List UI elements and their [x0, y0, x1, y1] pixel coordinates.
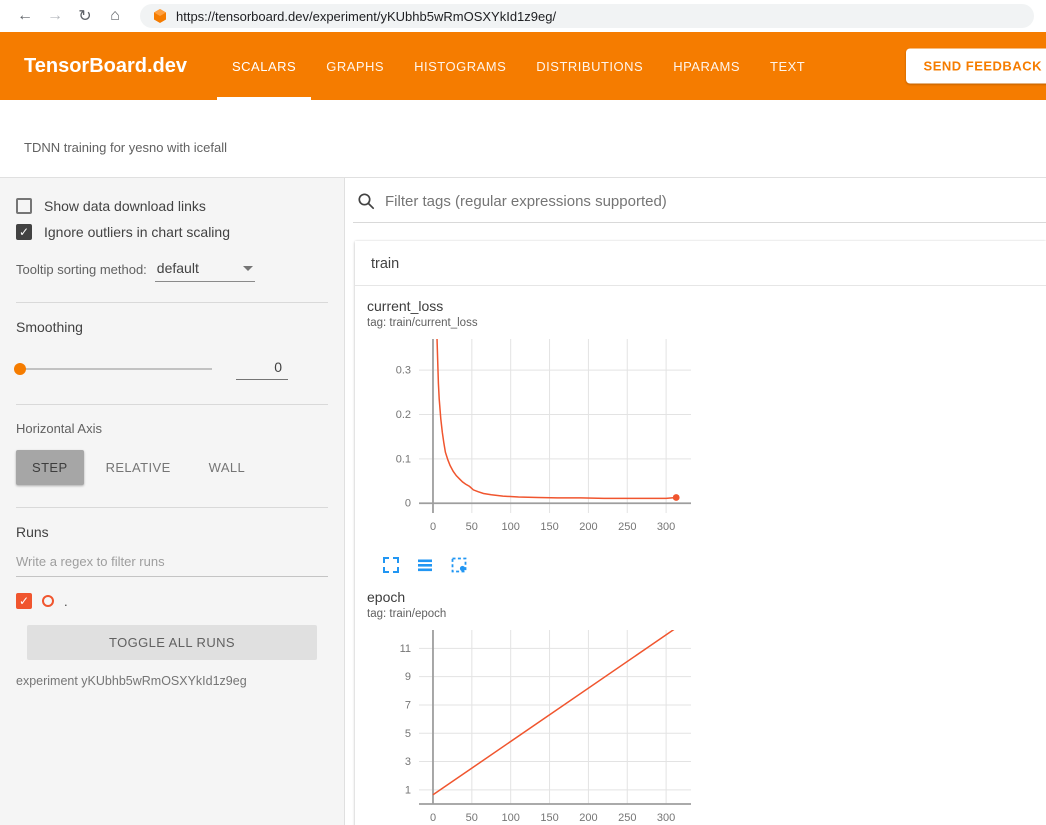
svg-text:50: 50: [466, 812, 478, 824]
svg-text:9: 9: [405, 671, 411, 683]
chart-card-current-loss: current_loss tag: train/current_loss 0 0.…: [367, 298, 697, 575]
svg-text:100: 100: [502, 812, 520, 824]
group-title[interactable]: train: [355, 241, 1046, 286]
tab-scalars[interactable]: SCALARS: [217, 32, 311, 100]
svg-text:150: 150: [540, 521, 558, 533]
send-feedback-button[interactable]: SEND FEEDBACK: [906, 49, 1046, 84]
experiment-title: TDNN training for yesno with icefall: [24, 140, 227, 155]
show-download-links-checkbox[interactable]: [16, 198, 32, 214]
brand-logo[interactable]: TensorBoard.dev: [24, 55, 187, 78]
svg-text:300: 300: [657, 812, 675, 824]
svg-text:300: 300: [657, 521, 675, 533]
axis-step-button[interactable]: STEP: [16, 450, 84, 485]
chart-tag: tag: train/current_loss: [367, 317, 697, 329]
expand-icon[interactable]: [381, 555, 401, 575]
search-icon: [357, 192, 375, 210]
browser-chrome: ← → ↻ ⌂ https://tensorboard.dev/experime…: [0, 0, 1046, 32]
svg-text:200: 200: [579, 521, 597, 533]
tab-graphs[interactable]: GRAPHS: [311, 32, 399, 100]
svg-text:7: 7: [405, 700, 411, 712]
tab-hparams[interactable]: HPARAMS: [658, 32, 755, 100]
line-chart[interactable]: 1 3 5 7 9 11 0 50 100 150 200 250 300: [367, 624, 697, 825]
run-color-swatch-icon: [42, 595, 54, 607]
show-download-links-label: Show data download links: [44, 198, 206, 214]
run-row: .: [16, 593, 328, 609]
svg-text:250: 250: [618, 521, 636, 533]
axis-relative-button[interactable]: RELATIVE: [90, 450, 187, 485]
data-list-icon[interactable]: [415, 555, 435, 575]
url-text: https://tensorboard.dev/experiment/yKUbh…: [176, 9, 556, 24]
tab-distributions[interactable]: DISTRIBUTIONS: [521, 32, 658, 100]
run-name: .: [64, 594, 68, 609]
tensorboard-favicon-icon: [152, 8, 168, 24]
axis-wall-button[interactable]: WALL: [193, 450, 262, 485]
smoothing-value-input[interactable]: [236, 357, 288, 380]
app-header: TensorBoard.dev SCALARS GRAPHS HISTOGRAM…: [0, 32, 1046, 100]
svg-text:50: 50: [466, 521, 478, 533]
main-nav: SCALARS GRAPHS HISTOGRAMS DISTRIBUTIONS …: [217, 32, 820, 100]
reload-icon[interactable]: ↻: [72, 3, 98, 29]
horizontal-axis-label: Horizontal Axis: [16, 421, 328, 436]
chart-toolbar: [367, 555, 697, 575]
smoothing-slider[interactable]: [16, 368, 212, 370]
svg-text:150: 150: [540, 812, 558, 824]
chevron-down-icon: [243, 266, 253, 271]
tooltip-sorting-value: default: [157, 260, 199, 276]
chart-title: current_loss: [367, 298, 697, 314]
svg-text:0: 0: [430, 812, 436, 824]
url-bar[interactable]: https://tensorboard.dev/experiment/yKUbh…: [140, 4, 1034, 28]
forward-icon[interactable]: →: [42, 3, 68, 29]
home-icon[interactable]: ⌂: [102, 3, 128, 29]
svg-text:200: 200: [579, 812, 597, 824]
tab-text[interactable]: TEXT: [755, 32, 820, 100]
svg-text:100: 100: [502, 521, 520, 533]
settings-sidebar: Show data download links Ignore outliers…: [0, 178, 345, 825]
svg-text:0.3: 0.3: [396, 365, 411, 377]
svg-text:1: 1: [405, 784, 411, 796]
svg-text:250: 250: [618, 812, 636, 824]
svg-text:0.2: 0.2: [396, 409, 411, 421]
svg-text:0.1: 0.1: [396, 453, 411, 465]
runs-filter-input[interactable]: [16, 546, 328, 577]
charts-grid: current_loss tag: train/current_loss 0 0.…: [355, 286, 1046, 825]
chart-title: epoch: [367, 589, 697, 605]
svg-text:3: 3: [405, 756, 411, 768]
smoothing-slider-knob[interactable]: [14, 363, 26, 375]
toggle-all-runs-button[interactable]: TOGGLE ALL RUNS: [27, 625, 317, 660]
tab-histograms[interactable]: HISTOGRAMS: [399, 32, 521, 100]
train-group-card: train current_loss tag: train/current_lo…: [355, 241, 1046, 825]
svg-text:5: 5: [405, 728, 411, 740]
runs-label: Runs: [16, 524, 328, 540]
experiment-id-caption: experiment yKUbhb5wRmOSXYkId1z9eg: [16, 674, 328, 688]
svg-text:0: 0: [405, 498, 411, 510]
svg-text:0: 0: [430, 521, 436, 533]
tag-filter-row: [353, 184, 1046, 223]
run-checkbox[interactable]: [16, 593, 32, 609]
chart-tag: tag: train/epoch: [367, 608, 697, 620]
ignore-outliers-label: Ignore outliers in chart scaling: [44, 224, 230, 240]
back-icon[interactable]: ←: [12, 3, 38, 29]
chart-card-epoch: epoch tag: train/epoch 1 3 5 7 9 11 0 50 100 150 2…: [367, 589, 697, 825]
line-chart[interactable]: 0 0.1 0.2 0.3 0 50 100 150 200 250 300: [367, 333, 697, 551]
subheader: TDNN training for yesno with icefall: [0, 100, 1046, 178]
ignore-outliers-checkbox[interactable]: [16, 224, 32, 240]
tooltip-sorting-label: Tooltip sorting method:: [16, 262, 147, 282]
scalars-main: train current_loss tag: train/current_lo…: [345, 178, 1046, 825]
tooltip-sorting-dropdown[interactable]: default: [155, 258, 255, 282]
fit-to-data-icon[interactable]: [449, 555, 469, 575]
tag-filter-input[interactable]: [385, 193, 1038, 210]
smoothing-label: Smoothing: [16, 319, 328, 335]
svg-text:11: 11: [400, 643, 411, 655]
